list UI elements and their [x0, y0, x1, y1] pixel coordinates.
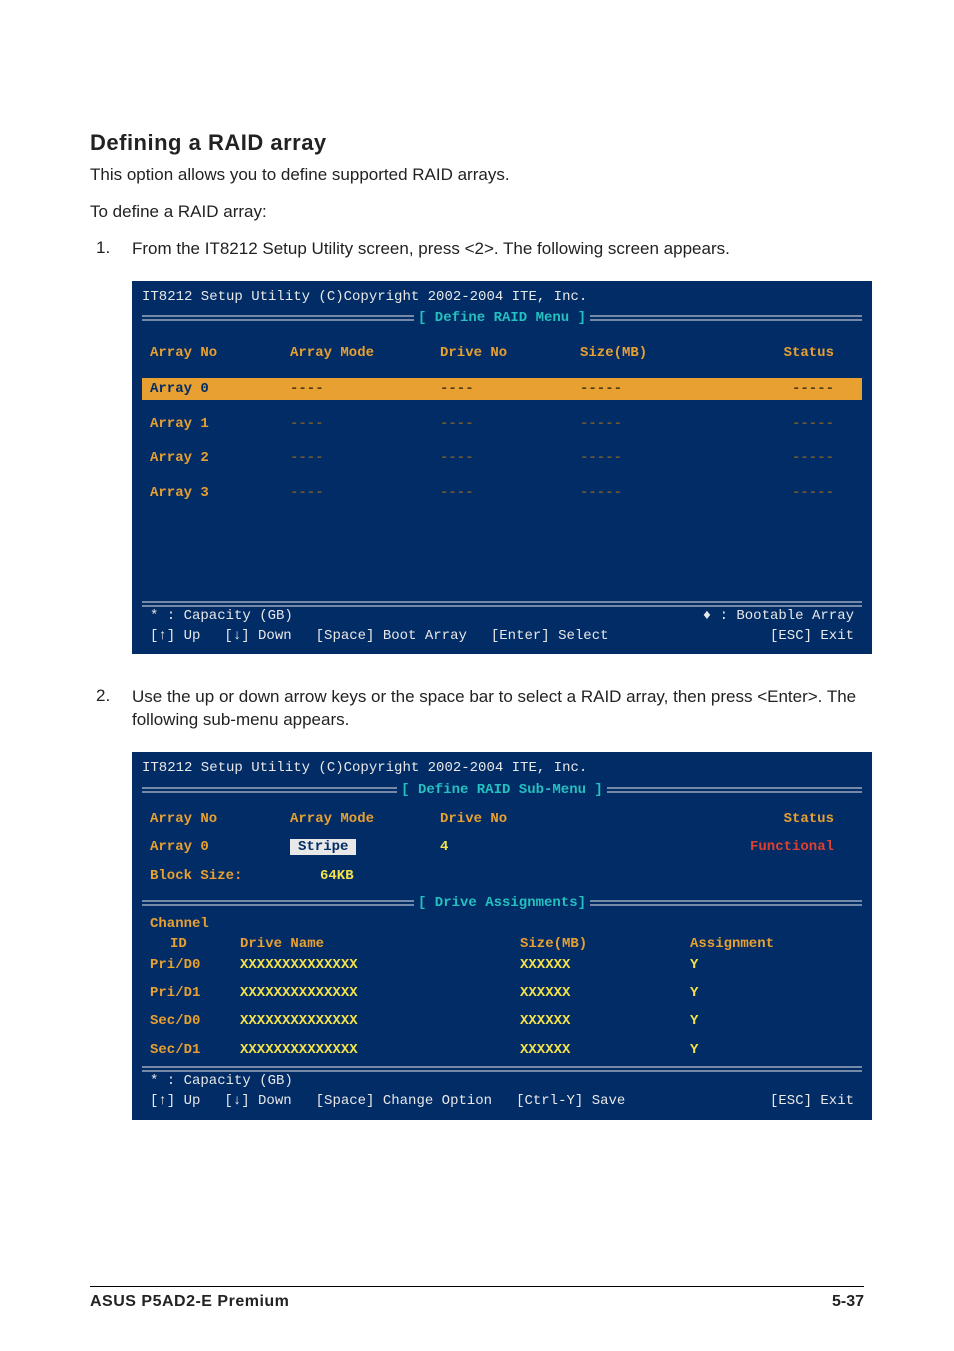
val-array-mode-selected[interactable]: Stripe [290, 839, 356, 855]
footer-product-name: ASUS P5AD2-E Premium [90, 1293, 289, 1311]
val-array-no: Array 0 [150, 837, 290, 857]
col-status: Status [720, 343, 854, 363]
col-size-mb: Size(MB) [520, 934, 690, 954]
table-row-selected[interactable]: Array 0 ---- ---- ----- ----- [142, 378, 862, 400]
key-space: [Space] Change Option [316, 1091, 492, 1111]
section-heading: Defining a RAID array [90, 130, 864, 156]
intro-text-2: To define a RAID array: [90, 201, 864, 224]
col-status: Status [720, 809, 854, 829]
val-block-size[interactable]: 64KB [290, 866, 440, 886]
table-row[interactable]: Array 2 ---- ---- ----- ----- [142, 448, 862, 468]
banner-define-raid-submenu: [ Define RAID Sub-Menu ] [142, 780, 862, 800]
banner-drive-assignments: [ Drive Assignments] [142, 893, 862, 913]
legend-row: * : Capacity (GB) ♦ : Bootable Array [142, 604, 862, 626]
bios-screen-define-raid-submenu: IT8212 Setup Utility (C)Copyright 2002-2… [132, 752, 872, 1119]
col-assignment: Assignment [690, 934, 854, 954]
drive-row[interactable]: Pri/D0 XXXXXXXXXXXXXX XXXXXX Y [142, 955, 862, 975]
bios-screen-define-raid-menu: IT8212 Setup Utility (C)Copyright 2002-2… [132, 281, 872, 655]
keybinding-row: [↑] Up [↓] Down [Space] Change Option [C… [142, 1091, 862, 1111]
utility-title: IT8212 Setup Utility (C)Copyright 2002-2… [142, 758, 862, 778]
step-text: Use the up or down arrow keys or the spa… [132, 686, 864, 732]
utility-title: IT8212 Setup Utility (C)Copyright 2002-2… [142, 287, 862, 307]
col-array-mode: Array Mode [290, 809, 440, 829]
banner-define-raid-menu: [ Define RAID Menu ] [142, 308, 862, 328]
key-esc: [ESC] Exit [770, 626, 854, 646]
legend-bootable: ♦ : Bootable Array [703, 606, 854, 626]
label-block-size: Block Size: [150, 866, 290, 886]
intro-text-1: This option allows you to define support… [90, 164, 864, 187]
key-down: [↓] Down [224, 1091, 291, 1111]
col-size-mb: Size(MB) [580, 343, 720, 363]
submenu-data-row: Array 0 Stripe 4 Functional [142, 837, 862, 857]
page-footer: ASUS P5AD2-E Premium 5-37 [90, 1286, 864, 1311]
legend-row: * : Capacity (GB) [142, 1069, 862, 1091]
val-drive-no: 4 [440, 837, 580, 857]
label-channel: Channel [150, 914, 240, 934]
footer-page-number: 5-37 [832, 1293, 864, 1311]
legend-capacity: * : Capacity (GB) [150, 1071, 293, 1091]
drive-row[interactable]: Sec/D1 XXXXXXXXXXXXXX XXXXXX Y [142, 1040, 862, 1060]
step-2: 2. Use the up or down arrow keys or the … [96, 686, 864, 732]
step-text: From the IT8212 Setup Utility screen, pr… [132, 238, 864, 261]
key-space: [Space] Boot Array [316, 626, 467, 646]
col-drive-name: Drive Name [240, 934, 520, 954]
drive-header-row: ID Drive Name Size(MB) Assignment [142, 934, 862, 954]
drive-row[interactable]: Pri/D1 XXXXXXXXXXXXXX XXXXXX Y [142, 983, 862, 1003]
col-array-no: Array No [150, 343, 290, 363]
legend-capacity: * : Capacity (GB) [150, 606, 293, 626]
key-enter: [Enter] Select [491, 626, 609, 646]
table-row[interactable]: Array 3 ---- ---- ----- ----- [142, 483, 862, 503]
key-down: [↓] Down [224, 626, 291, 646]
col-array-no: Array No [150, 809, 290, 829]
drive-row[interactable]: Sec/D0 XXXXXXXXXXXXXX XXXXXX Y [142, 1011, 862, 1031]
key-ctrl-y: [Ctrl-Y] Save [516, 1091, 625, 1111]
table-row[interactable]: Array 1 ---- ---- ----- ----- [142, 414, 862, 434]
step-number: 2. [96, 686, 132, 732]
step-1: 1. From the IT8212 Setup Utility screen,… [96, 238, 864, 261]
block-size-row: Block Size: 64KB [142, 866, 862, 886]
table-header-row: Array No Array Mode Drive No Size(MB) St… [142, 343, 862, 363]
col-id: ID [150, 934, 240, 954]
step-number: 1. [96, 238, 132, 261]
val-status: Functional [720, 837, 854, 857]
col-drive-no: Drive No [440, 809, 580, 829]
col-drive-no: Drive No [440, 343, 580, 363]
key-esc: [ESC] Exit [770, 1091, 854, 1111]
key-up: [↑] Up [150, 626, 200, 646]
key-up: [↑] Up [150, 1091, 200, 1111]
submenu-header-row: Array No Array Mode Drive No Status [142, 809, 862, 829]
keybinding-row: [↑] Up [↓] Down [Space] Boot Array [Ente… [142, 626, 862, 646]
col-array-mode: Array Mode [290, 343, 440, 363]
